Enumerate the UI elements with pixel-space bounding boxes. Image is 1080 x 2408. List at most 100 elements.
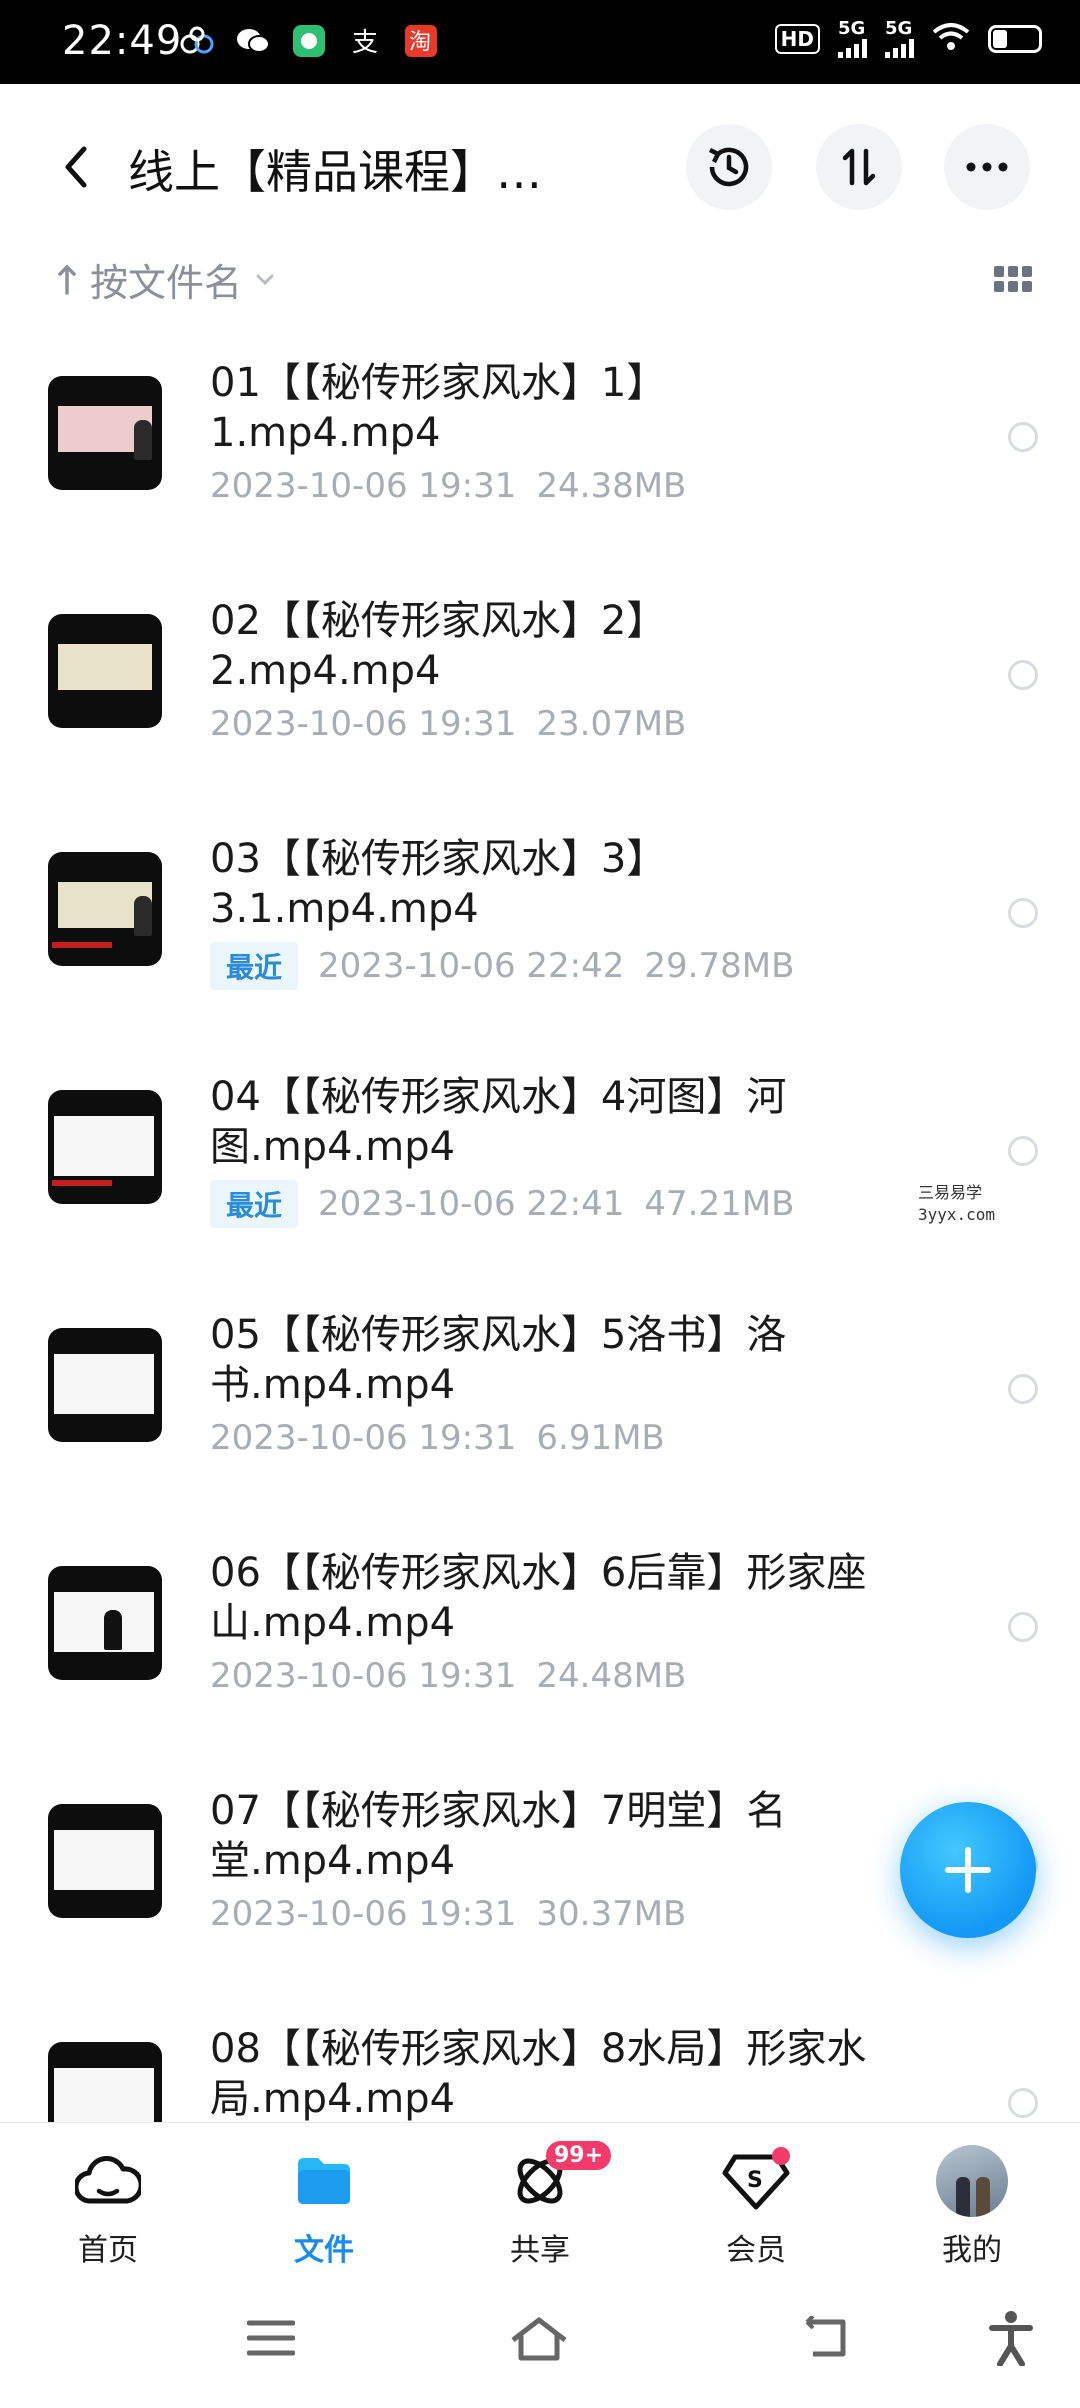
file-list: 01【【秘传形家风水】1】1.mp4.mp4 2023-10-06 19:31 … [0,338,1080,2242]
file-size: 29.78MB [644,946,795,986]
file-row[interactable]: 03【【秘传形家风水】3】3.1.mp4.mp4 最近 2023-10-06 2… [0,814,1080,1052]
header: 线上【精品课程】… [0,84,1080,252]
file-row[interactable]: 02【【秘传形家风水】2】2.mp4.mp4 2023-10-06 19:31 … [0,576,1080,814]
recent-apps-button[interactable] [236,2308,306,2368]
file-name: 07【【秘传形家风水】7明堂】名堂.mp4.mp4 [210,1788,787,1884]
nav-label: 文件 [294,2233,354,2268]
file-size: 24.38MB [536,466,687,506]
file-name: 02【【秘传形家风水】2】2.mp4.mp4 [210,598,667,694]
signal-sim2: 5G [885,20,914,58]
system-nav-bar [0,2272,1080,2408]
watermark: 三易易学 3yyx.com [918,1182,1028,1226]
video-thumbnail [48,1804,162,1918]
more-button[interactable] [944,124,1030,210]
signal-sim1: 5G [838,20,867,58]
file-date: 2023-10-06 19:31 [210,1418,517,1458]
video-thumbnail [48,614,162,728]
video-thumbnail [48,1566,162,1680]
file-meta: 2023-10-06 19:31 6.91MB [210,1418,665,1458]
green-app-icon [290,22,328,60]
file-meta: 最近 2023-10-06 22:42 29.78MB [210,942,794,990]
nav-label: 共享 [510,2233,570,2268]
nav-share[interactable]: 99+ 共享 [460,2141,620,2269]
video-thumbnail [48,852,162,966]
file-meta: 2023-10-06 19:31 23.07MB [210,704,686,744]
file-name: 01【【秘传形家风水】1】1.mp4.mp4 [210,360,667,456]
status-time: 22:49 [62,18,183,64]
file-date: 2023-10-06 19:31 [210,1656,517,1696]
video-thumbnail [48,376,162,490]
home-button[interactable] [504,2308,574,2368]
file-name: 08【【秘传形家风水】8水局】形家水局.mp4.mp4 [210,2026,867,2122]
recent-badge: 最近 [210,1180,299,1228]
bottom-nav: 首页 文件 99+ 共享 S 会员 我的 [0,2122,1080,2273]
alipay-icon: 支 [346,22,384,60]
file-row[interactable]: 06【【秘传形家风水】6后靠】形家座山.mp4.mp4 2023-10-06 1… [0,1528,1080,1766]
more-icon [966,162,1008,172]
chevron-left-icon [65,146,87,188]
sort-label: 按文件名 [90,261,243,305]
plus-icon [945,1847,991,1893]
grid-view-icon[interactable] [994,266,1032,292]
recent-badge: 最近 [210,942,299,990]
select-checkbox[interactable] [1008,660,1038,690]
nav-label: 会员 [726,2233,786,2268]
select-checkbox[interactable] [1008,422,1038,452]
file-row[interactable]: 04【【秘传形家风水】4河图】河图.mp4.mp4 最近 2023-10-06 … [0,1052,1080,1290]
file-date: 2023-10-06 19:31 [210,704,517,744]
file-size: 6.91MB [536,1418,665,1458]
folder-icon [298,2158,350,2204]
nav-profile[interactable]: 我的 [892,2141,1052,2269]
wifi-icon [932,22,970,56]
file-size: 23.07MB [536,704,687,744]
history-button[interactable] [686,124,772,210]
svg-text:淘: 淘 [409,30,431,55]
file-date: 2023-10-06 19:31 [210,466,517,506]
accessibility-button[interactable] [976,2308,1046,2368]
file-size: 30.37MB [536,1894,687,1934]
select-checkbox[interactable] [1008,1136,1038,1166]
page-title: 线上【精品课程】… [128,145,542,199]
file-size: 47.21MB [644,1184,795,1224]
status-right: HD 5G 5G [774,20,1042,58]
status-bar: 22:49 支 淘 HD 5G 5G [0,0,1080,84]
file-size: 24.48MB [536,1656,687,1696]
select-checkbox[interactable] [1008,898,1038,928]
file-name: 03【【秘传形家风水】3】3.1.mp4.mp4 [210,836,667,932]
svg-text:支: 支 [352,28,378,58]
cloud-home-icon [75,2156,141,2204]
share-badge: 99+ [546,2141,612,2170]
file-row[interactable]: 05【【秘传形家风水】5洛书】洛书.mp4.mp4 2023-10-06 19:… [0,1290,1080,1528]
select-checkbox[interactable] [1008,1374,1038,1404]
back-button[interactable] [50,134,100,200]
nav-vip[interactable]: S 会员 [676,2141,836,2269]
video-thumbnail [48,1090,162,1204]
nav-home[interactable]: 首页 [28,2141,188,2269]
notification-dot [772,2147,790,2165]
file-meta: 2023-10-06 19:31 30.37MB [210,1894,686,1934]
chevron-down-icon [256,274,274,285]
file-date: 2023-10-06 19:31 [210,1894,517,1934]
home-icon [511,2317,567,2361]
wechat-icon [234,22,272,60]
nav-label: 首页 [78,2233,138,2268]
file-meta: 2023-10-06 19:31 24.48MB [210,1656,686,1696]
status-app-icons: 支 淘 [178,22,440,60]
video-thumbnail [48,1328,162,1442]
nav-files[interactable]: 文件 [244,2141,404,2269]
select-checkbox[interactable] [1008,2088,1038,2118]
add-button[interactable] [900,1802,1036,1938]
file-row[interactable]: 01【【秘传形家风水】1】1.mp4.mp4 2023-10-06 19:31 … [0,338,1080,576]
file-name: 05【【秘传形家风水】5洛书】洛书.mp4.mp4 [210,1312,787,1408]
select-checkbox[interactable] [1008,1612,1038,1642]
arrow-up-icon [58,264,76,295]
file-meta: 最近 2023-10-06 22:41 47.21MB [210,1180,794,1228]
hd-badge: HD [774,24,820,54]
accessibility-icon [989,2311,1033,2366]
sort-by-name-dropdown[interactable]: 按文件名 [56,252,276,307]
back-nav-button[interactable] [790,2308,860,2368]
file-date: 2023-10-06 22:42 [318,946,625,986]
sort-order-button[interactable] [816,124,902,210]
taobao-icon: 淘 [402,22,440,60]
file-date: 2023-10-06 22:41 [318,1184,625,1224]
